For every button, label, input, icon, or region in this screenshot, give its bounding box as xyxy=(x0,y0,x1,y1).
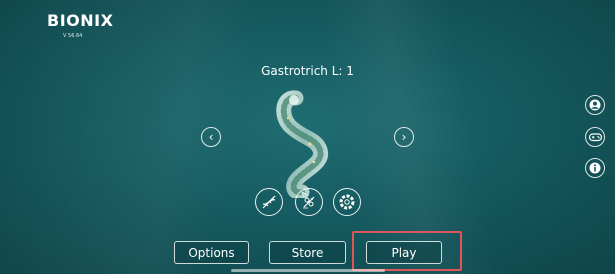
cell-ring-icon xyxy=(339,194,355,210)
game-logo: BIONIX xyxy=(47,11,114,30)
previous-creature-button[interactable]: ‹ xyxy=(201,127,221,147)
options-button[interactable]: Options xyxy=(174,241,249,264)
next-creature-button[interactable]: › xyxy=(394,127,414,147)
dna-icon xyxy=(262,195,276,209)
chevron-left-icon: ‹ xyxy=(208,130,214,144)
profile-button[interactable] xyxy=(585,95,605,115)
gamepad-button[interactable] xyxy=(585,127,605,147)
dna-ability-button[interactable] xyxy=(255,188,283,216)
info-button[interactable] xyxy=(585,158,605,178)
cell-ability-button[interactable] xyxy=(333,188,361,216)
evolution-icon xyxy=(303,196,315,209)
version-label: V 56.64 xyxy=(63,33,83,39)
home-indicator[interactable] xyxy=(231,269,385,272)
info-icon xyxy=(589,162,601,174)
profile-icon xyxy=(589,99,601,111)
evolution-ability-button[interactable] xyxy=(295,188,323,216)
gamepad-icon xyxy=(588,133,602,142)
creature-title: Gastrotrich L: 1 xyxy=(261,64,354,78)
store-button[interactable]: Store xyxy=(269,241,346,264)
play-highlight-box xyxy=(352,231,462,271)
creature-illustration xyxy=(276,90,329,198)
chevron-right-icon: › xyxy=(401,130,407,144)
